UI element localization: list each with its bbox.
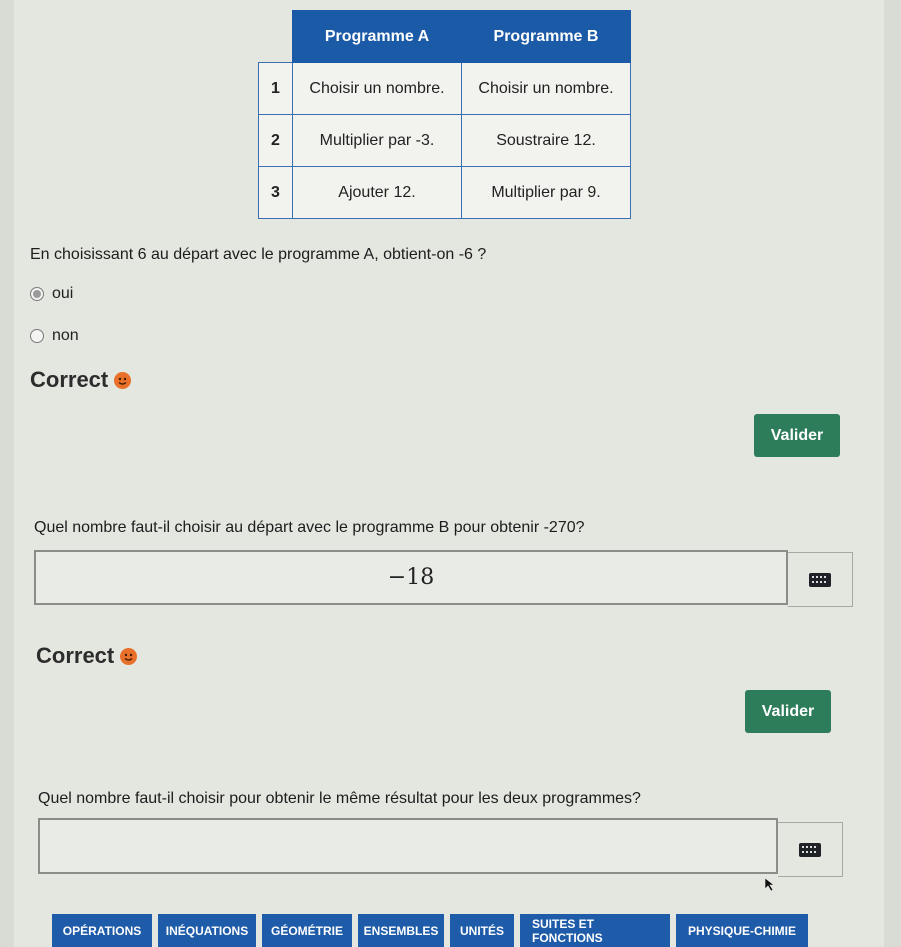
option-non[interactable]: non xyxy=(30,327,79,345)
step-b: Multiplier par 9. xyxy=(461,166,631,219)
smiley-icon xyxy=(114,371,132,389)
option-oui-label: oui xyxy=(52,285,74,302)
feedback-1-text: Correct xyxy=(30,367,109,392)
tab-unites[interactable]: UNITÉS xyxy=(450,914,514,947)
mouse-cursor-icon xyxy=(764,877,775,892)
tab-operations[interactable]: OPÉRATIONS xyxy=(52,914,152,947)
question-1-text: En choisissant 6 au départ avec le progr… xyxy=(30,246,487,263)
answer-input-2[interactable]: −18 xyxy=(34,550,788,605)
tab-inequations[interactable]: INÉQUATIONS xyxy=(158,914,256,947)
virtual-keyboard-toggle-2[interactable] xyxy=(788,552,853,607)
feedback-1: Correct xyxy=(30,367,132,393)
feedback-2: Correct xyxy=(36,643,138,669)
table-corner xyxy=(259,11,293,63)
table-row: 2 Multiplier par -3. Soustraire 12. xyxy=(258,114,631,167)
header-programme-b: Programme B xyxy=(461,10,631,63)
tab-ensembles[interactable]: ENSEMBLES xyxy=(358,914,444,947)
option-non-label: non xyxy=(52,327,79,344)
question-2-text: Quel nombre faut-il choisir au départ av… xyxy=(34,519,585,536)
keyboard-icon xyxy=(799,842,821,857)
category-tabs: OPÉRATIONS INÉQUATIONS GÉOMÉTRIE ENSEMBL… xyxy=(52,914,808,947)
tab-physique-chimie[interactable]: PHYSIQUE-CHIMIE xyxy=(676,914,808,947)
header-programme-a: Programme A xyxy=(292,10,462,63)
tab-geometrie[interactable]: GÉOMÉTRIE xyxy=(262,914,352,947)
table-row: 1 Choisir un nombre. Choisir un nombre. xyxy=(258,62,631,115)
valider-button-1[interactable]: Valider xyxy=(754,414,840,457)
tab-suites-et-fonctions[interactable]: SUITES ET FONCTIONS xyxy=(520,914,670,947)
step-number: 3 xyxy=(258,166,293,219)
step-a: Ajouter 12. xyxy=(292,166,462,219)
feedback-2-text: Correct xyxy=(36,643,115,668)
step-number: 1 xyxy=(258,62,293,115)
step-number: 2 xyxy=(258,114,293,167)
option-oui[interactable]: oui xyxy=(30,285,73,303)
step-b: Soustraire 12. xyxy=(461,114,631,167)
smiley-icon xyxy=(120,647,138,665)
programmes-table: Programme A Programme B 1 Choisir un nom… xyxy=(258,10,631,219)
step-b: Choisir un nombre. xyxy=(461,62,631,115)
step-a: Choisir un nombre. xyxy=(292,62,462,115)
valider-button-2[interactable]: Valider xyxy=(745,690,831,733)
table-row: 3 Ajouter 12. Multiplier par 9. xyxy=(258,166,631,219)
radio-non[interactable] xyxy=(30,329,44,343)
answer-input-3[interactable] xyxy=(38,818,778,874)
keyboard-icon xyxy=(809,572,831,587)
answer-2-value: −18 xyxy=(387,565,435,590)
question-3-text: Quel nombre faut-il choisir pour obtenir… xyxy=(38,790,641,807)
radio-oui[interactable] xyxy=(30,287,44,301)
step-a: Multiplier par -3. xyxy=(292,114,462,167)
virtual-keyboard-toggle-3[interactable] xyxy=(778,822,843,877)
